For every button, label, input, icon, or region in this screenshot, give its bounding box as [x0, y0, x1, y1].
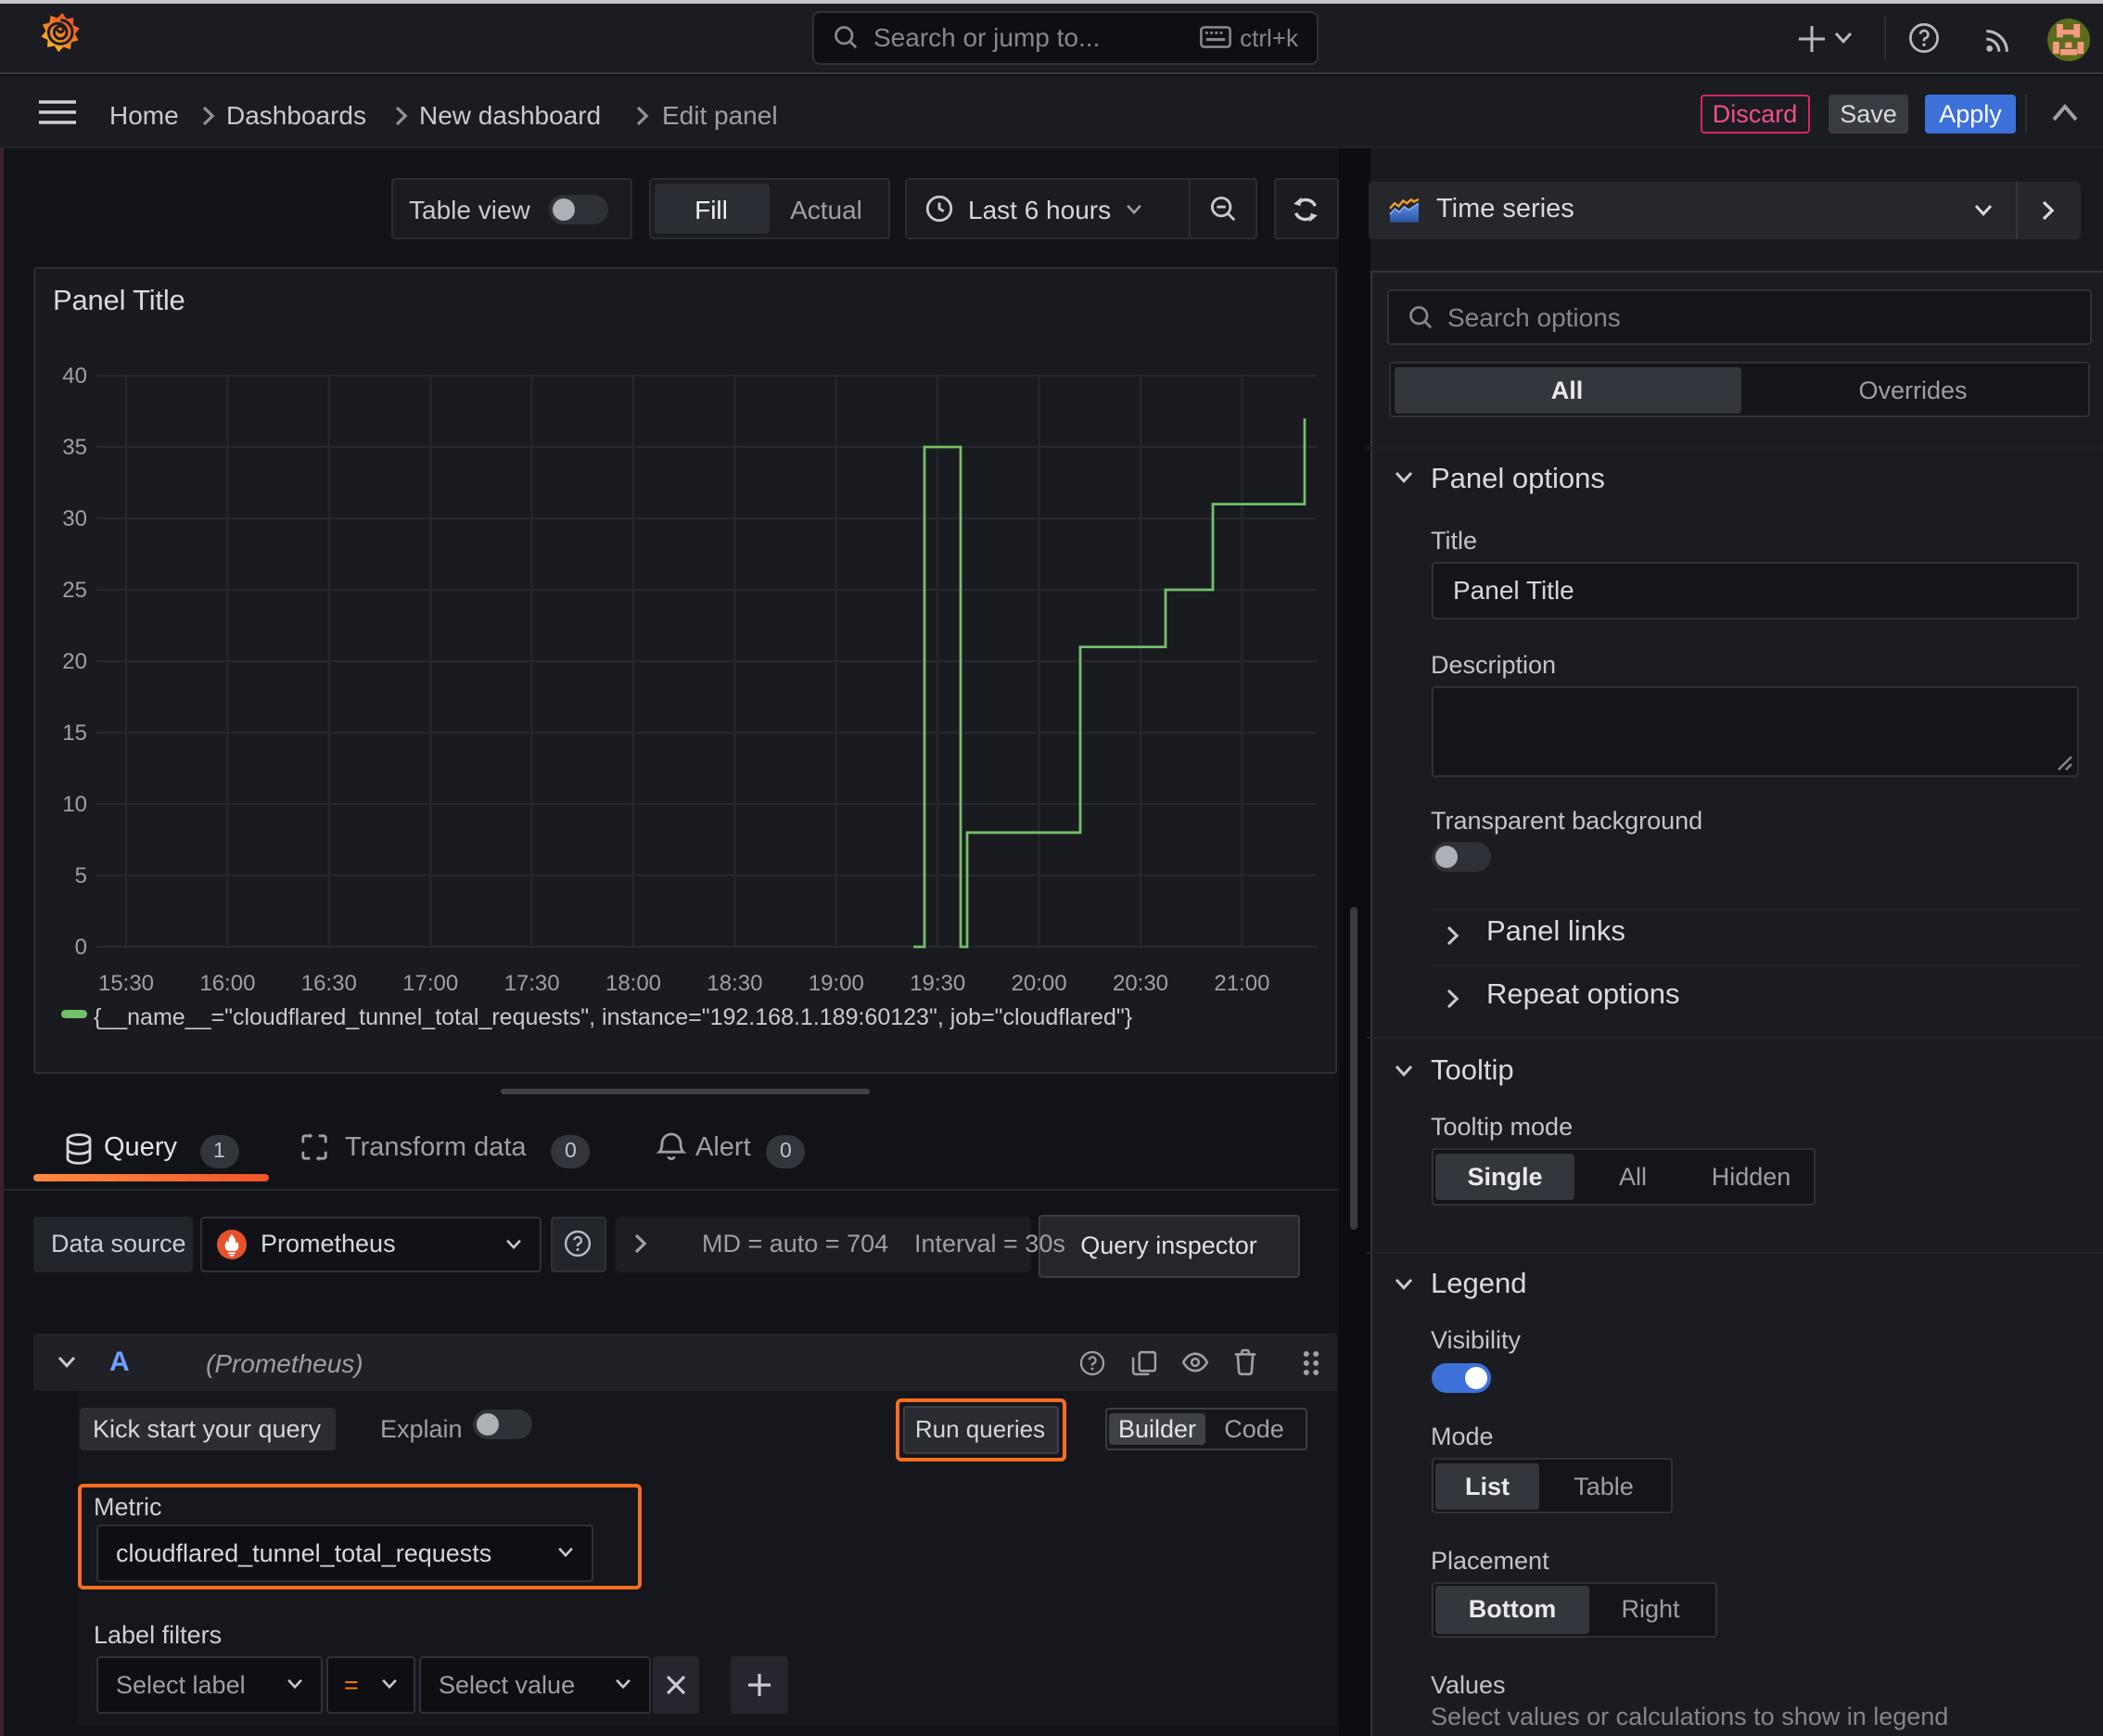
- svg-text:17:00: 17:00: [401, 970, 457, 995]
- svg-text:20:00: 20:00: [1011, 970, 1066, 995]
- svg-text:17:30: 17:30: [503, 970, 559, 995]
- svg-text:18:30: 18:30: [706, 970, 761, 995]
- svg-text:21:00: 21:00: [1213, 970, 1268, 995]
- svg-text:16:30: 16:30: [300, 970, 356, 995]
- svg-text:16:00: 16:00: [198, 970, 254, 995]
- svg-text:30: 30: [61, 505, 86, 530]
- svg-text:20:30: 20:30: [1112, 970, 1167, 995]
- svg-text:5: 5: [74, 862, 86, 887]
- svg-text:40: 40: [61, 363, 86, 388]
- svg-text:18:00: 18:00: [605, 970, 660, 995]
- svg-text:0: 0: [74, 934, 86, 959]
- svg-text:15:30: 15:30: [97, 970, 153, 995]
- svg-text:15: 15: [61, 720, 86, 745]
- svg-text:35: 35: [61, 434, 86, 459]
- svg-text:20: 20: [61, 648, 86, 673]
- svg-text:19:30: 19:30: [909, 970, 964, 995]
- svg-text:19:00: 19:00: [808, 970, 863, 995]
- svg-text:{__name__="cloudflared_tunnel_: {__name__="cloudflared_tunnel_total_requ…: [93, 1003, 1131, 1029]
- svg-text:25: 25: [61, 577, 86, 602]
- svg-text:10: 10: [61, 791, 86, 816]
